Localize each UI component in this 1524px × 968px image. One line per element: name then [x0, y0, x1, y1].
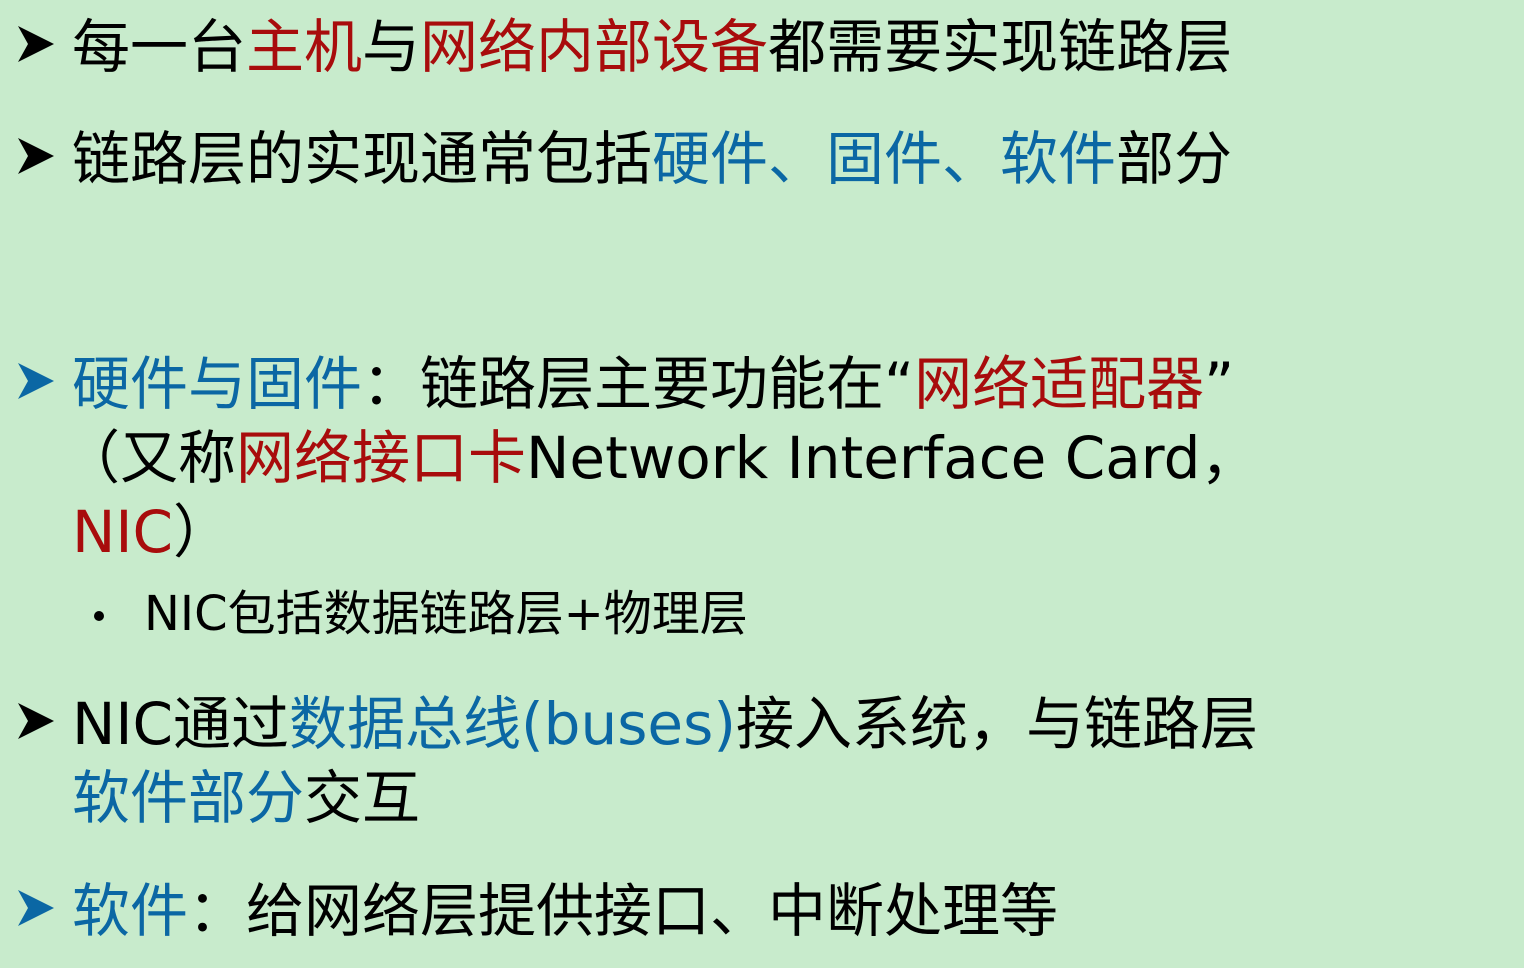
text-segment: ” — [1204, 350, 1235, 418]
highlight-software-part: 软件部分 — [72, 764, 305, 832]
bullet-text-2: 链路层的实现通常包括硬件、固件、软件部分 — [72, 122, 1232, 196]
text-segment: 与 — [362, 13, 421, 81]
highlight-nic-cn: 网络接口卡 — [236, 424, 527, 492]
bullet-text-3-line-3: NIC） — [72, 495, 231, 569]
bullet-text-3-line-2: （又称网络接口卡Network Interface Card， — [62, 421, 1258, 495]
text-segment: ：链路层主要功能在“ — [362, 350, 915, 418]
bullet-item-3: 硬件与固件：链路层主要功能在“网络适配器” （又称网络接口卡Network In… — [14, 345, 1514, 575]
bullet-text-1: 每一台主机与网络内部设备都需要实现链路层 — [72, 10, 1232, 84]
text-segment: 每一台 — [72, 13, 247, 81]
bullet-item-5: 软件：给网络层提供接口、中断处理等 — [14, 872, 1514, 952]
bullet-item-2: 链路层的实现通常包括硬件、固件、软件部分 — [14, 120, 1514, 200]
round-dot-icon — [94, 611, 104, 621]
bullet-text-3-line-1: 硬件与固件：链路层主要功能在“网络适配器” — [72, 347, 1234, 421]
text-segment: NIC通过 — [72, 690, 289, 758]
text-segment: 接入系统，与链路层 — [735, 690, 1258, 758]
bullet-text-4-line-2: 软件部分交互 — [72, 761, 420, 835]
highlight-software: 软件 — [72, 877, 189, 945]
highlight-hw-fw: 硬件与固件 — [72, 350, 363, 418]
text-segment: 部分 — [1116, 125, 1233, 193]
bullet-text-4-line-1: NIC通过数据总线(buses)接入系统，与链路层 — [72, 687, 1258, 761]
arrow-bullet-icon — [14, 359, 64, 409]
arrow-bullet-icon — [14, 22, 64, 72]
sub-bullet-text: NIC包括数据链路层+物理层 — [144, 586, 748, 642]
text-segment: 链路层的实现通常包括 — [72, 125, 653, 193]
highlight-network-adapter: 网络适配器 — [914, 350, 1205, 418]
arrow-bullet-icon — [14, 886, 64, 936]
text-segment: 交互 — [304, 764, 421, 832]
highlight-host: 主机 — [246, 13, 363, 81]
highlight-nic: NIC — [72, 498, 173, 566]
highlight-hw-fw-sw: 硬件、固件、软件 — [652, 125, 1117, 193]
text-segment: （又称 — [62, 424, 237, 492]
text-segment: Network Interface Card， — [526, 424, 1259, 492]
bullet-item-1: 每一台主机与网络内部设备都需要实现链路层 — [14, 8, 1514, 88]
arrow-bullet-icon — [14, 134, 64, 184]
text-segment: ） — [173, 498, 232, 566]
text-segment: 都需要实现链路层 — [768, 13, 1233, 81]
bullet-item-4: NIC通过数据总线(buses)接入系统，与链路层 软件部分交互 — [14, 685, 1514, 845]
highlight-network-devices: 网络内部设备 — [420, 13, 769, 81]
bullet-text-5: 软件：给网络层提供接口、中断处理等 — [72, 874, 1058, 948]
text-segment: ：给网络层提供接口、中断处理等 — [188, 877, 1059, 945]
arrow-bullet-icon — [14, 699, 64, 749]
highlight-data-bus: 数据总线(buses) — [289, 690, 736, 758]
